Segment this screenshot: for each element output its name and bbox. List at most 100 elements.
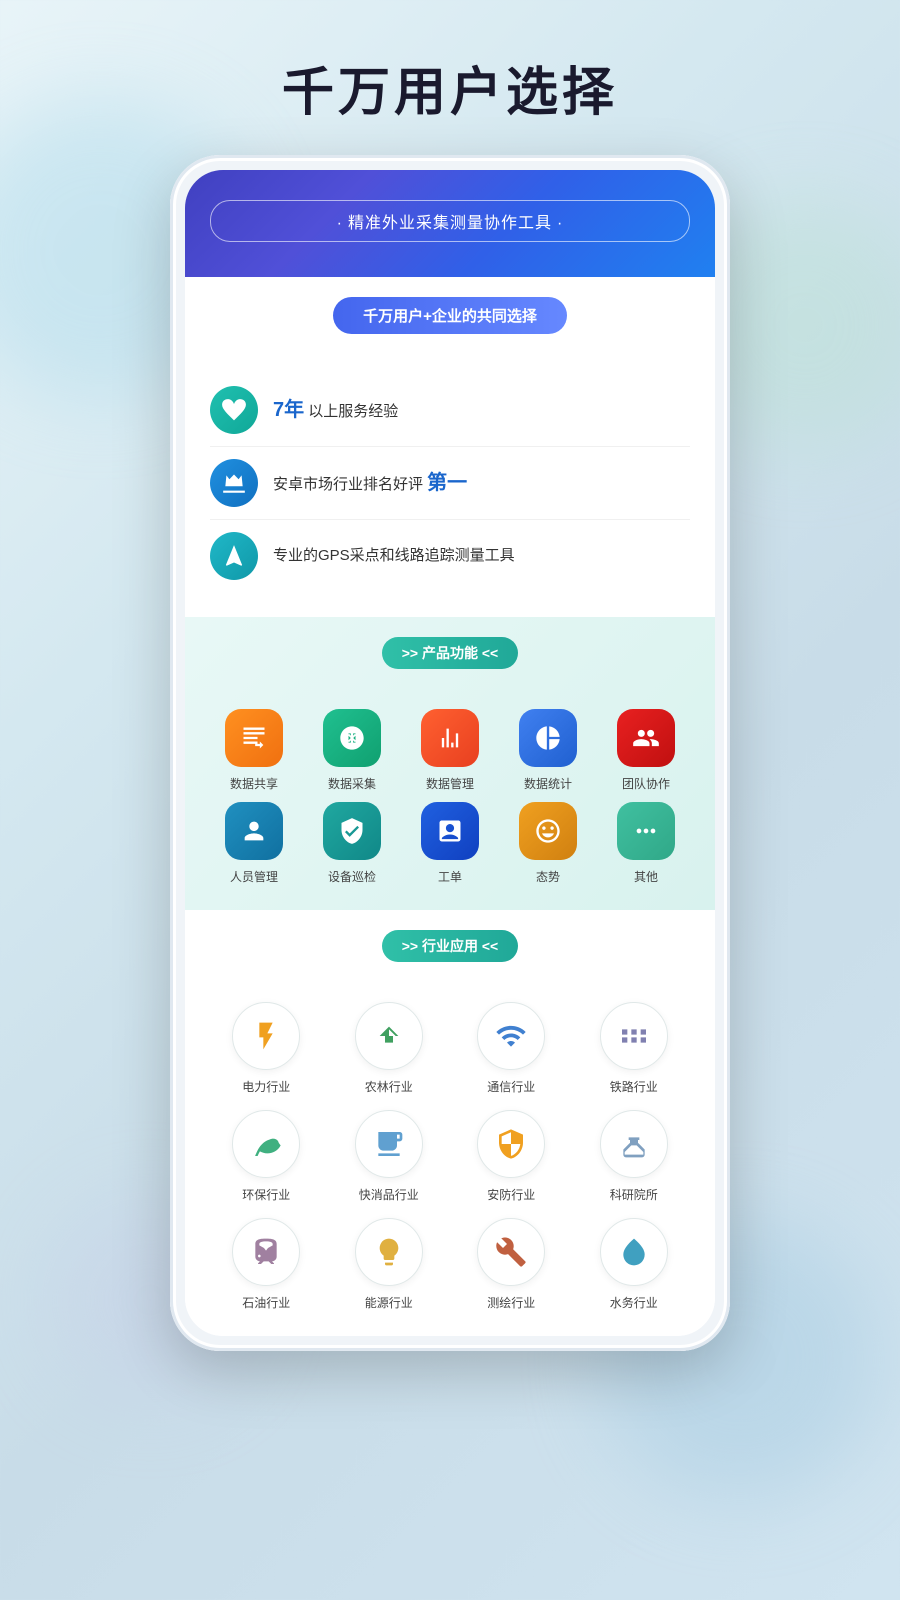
signal-icon — [495, 1020, 527, 1052]
product-item-situation[interactable]: 态势 — [501, 802, 594, 885]
industry-item-oil[interactable]: 石油行业 — [207, 1218, 325, 1311]
lightning-icon — [250, 1020, 282, 1052]
railway-icon-circle — [600, 1002, 668, 1070]
oil-icon-circle — [232, 1218, 300, 1286]
data-share-label: 数据共享 — [230, 775, 278, 792]
oil-label: 石油行业 — [242, 1294, 290, 1311]
industry-grid: 电力行业 农林行业 — [205, 1002, 695, 1311]
card-badge: 千万用户+企业的共同选择 — [333, 297, 567, 334]
feature-text-2: 安卓市场行业排名好评 第一 — [273, 468, 467, 498]
team-icon-circle — [617, 709, 675, 767]
industry-section: >> 行业应用 << 电力行业 — [185, 910, 715, 1336]
team-label: 团队协作 — [622, 775, 670, 792]
railway-icon — [618, 1020, 650, 1052]
product-item-data-manage[interactable]: 数据管理 — [403, 709, 496, 792]
env-icon-circle — [232, 1110, 300, 1178]
industry-item-agriculture[interactable]: 农林行业 — [330, 1002, 448, 1095]
industry-item-telecom[interactable]: 通信行业 — [452, 1002, 570, 1095]
workorder-icon — [436, 817, 464, 845]
package-icon — [373, 1128, 405, 1160]
situation-label: 态势 — [536, 868, 560, 885]
env-label: 环保行业 — [242, 1186, 290, 1203]
product-item-data-share[interactable]: 数据共享 — [207, 709, 300, 792]
phone-wrapper: 精准外业采集测量协作工具 千万用户+企业的共同选择 7年 以上服 — [0, 155, 900, 1351]
product-item-team[interactable]: 团队协作 — [599, 709, 692, 792]
power-label: 电力行业 — [242, 1078, 290, 1095]
workorder-icon-circle — [421, 802, 479, 860]
security-icon — [495, 1128, 527, 1160]
product-item-other[interactable]: 其他 — [599, 802, 692, 885]
industry-item-survey[interactable]: 测绘行业 — [452, 1218, 570, 1311]
industry-item-power[interactable]: 电力行业 — [207, 1002, 325, 1095]
research-label: 科研院所 — [610, 1186, 658, 1203]
industry-item-water[interactable]: 水务行业 — [575, 1218, 693, 1311]
industry-item-energy[interactable]: 能源行业 — [330, 1218, 448, 1311]
other-icon-circle — [617, 802, 675, 860]
phone-screen: 精准外业采集测量协作工具 千万用户+企业的共同选择 7年 以上服 — [185, 170, 715, 1336]
survey-label: 测绘行业 — [487, 1294, 535, 1311]
feature-item-2: 安卓市场行业排名好评 第一 — [210, 447, 690, 520]
product-section: >> 产品功能 << 数据共享 — [185, 617, 715, 910]
industry-badge: >> 行业应用 << — [382, 930, 518, 962]
data-manage-icon-circle — [421, 709, 479, 767]
feature-icon-3 — [210, 532, 258, 580]
eco-icon — [250, 1128, 282, 1160]
workorder-label: 工单 — [438, 868, 462, 885]
water-drop-icon — [618, 1236, 650, 1268]
heart-hands-icon — [221, 397, 247, 423]
bulb-icon — [373, 1236, 405, 1268]
water-label: 水务行业 — [610, 1294, 658, 1311]
product-badge: >> 产品功能 << — [382, 637, 518, 669]
oil-icon — [250, 1236, 282, 1268]
industry-item-fmcg[interactable]: 快消品行业 — [330, 1110, 448, 1203]
data-share-icon — [240, 724, 268, 752]
data-share-icon-circle — [225, 709, 283, 767]
other-label: 其他 — [634, 868, 658, 885]
product-item-inspection[interactable]: 设备巡检 — [305, 802, 398, 885]
bar-chart-icon — [436, 724, 464, 752]
situation-icon-circle — [519, 802, 577, 860]
industry-item-env[interactable]: 环保行业 — [207, 1110, 325, 1203]
product-icon-grid: 数据共享 数据采集 — [205, 709, 695, 885]
shield-check-icon — [338, 817, 366, 845]
features-card: 千万用户+企业的共同选择 7年 以上服务经验 — [185, 277, 715, 617]
feature-icon-2 — [210, 459, 258, 507]
feature-text-1: 7年 以上服务经验 — [273, 395, 398, 425]
industry-item-security[interactable]: 安防行业 — [452, 1110, 570, 1203]
fmcg-label: 快消品行业 — [359, 1186, 419, 1203]
feature-text-3: 专业的GPS采点和线路追踪测量工具 — [273, 545, 515, 568]
agriculture-icon-circle — [355, 1002, 423, 1070]
energy-icon-circle — [355, 1218, 423, 1286]
feature-highlight-2: 第一 — [427, 472, 467, 494]
situation-icon — [534, 817, 562, 845]
product-item-data-collect[interactable]: 数据采集 — [305, 709, 398, 792]
product-item-workorder[interactable]: 工单 — [403, 802, 496, 885]
data-collect-icon-circle — [323, 709, 381, 767]
fmcg-icon-circle — [355, 1110, 423, 1178]
security-label: 安防行业 — [487, 1186, 535, 1203]
phone-banner: 精准外业采集测量协作工具 — [185, 170, 715, 277]
forest-icon — [373, 1020, 405, 1052]
feature-item-1: 7年 以上服务经验 — [210, 374, 690, 447]
product-title-row: >> 产品功能 << — [205, 637, 695, 689]
inspection-label: 设备巡检 — [328, 868, 376, 885]
inspection-icon-circle — [323, 802, 381, 860]
telecom-label: 通信行业 — [487, 1078, 535, 1095]
personnel-label: 人员管理 — [230, 868, 278, 885]
navigation-icon — [221, 543, 247, 569]
power-icon-circle — [232, 1002, 300, 1070]
card-header-row: 千万用户+企业的共同选择 — [210, 297, 690, 354]
water-icon-circle — [600, 1218, 668, 1286]
industry-item-research[interactable]: 科研院所 — [575, 1110, 693, 1203]
industry-title-row: >> 行业应用 << — [205, 930, 695, 982]
data-stats-icon-circle — [519, 709, 577, 767]
railway-label: 铁路行业 — [610, 1078, 658, 1095]
product-item-data-stats[interactable]: 数据统计 — [501, 709, 594, 792]
banner-subtitle: 精准外业采集测量协作工具 — [210, 200, 690, 242]
team-icon — [632, 724, 660, 752]
data-manage-label: 数据管理 — [426, 775, 474, 792]
product-item-personnel[interactable]: 人员管理 — [207, 802, 300, 885]
lab-icon — [618, 1128, 650, 1160]
industry-item-railway[interactable]: 铁路行业 — [575, 1002, 693, 1095]
data-stats-label: 数据统计 — [524, 775, 572, 792]
